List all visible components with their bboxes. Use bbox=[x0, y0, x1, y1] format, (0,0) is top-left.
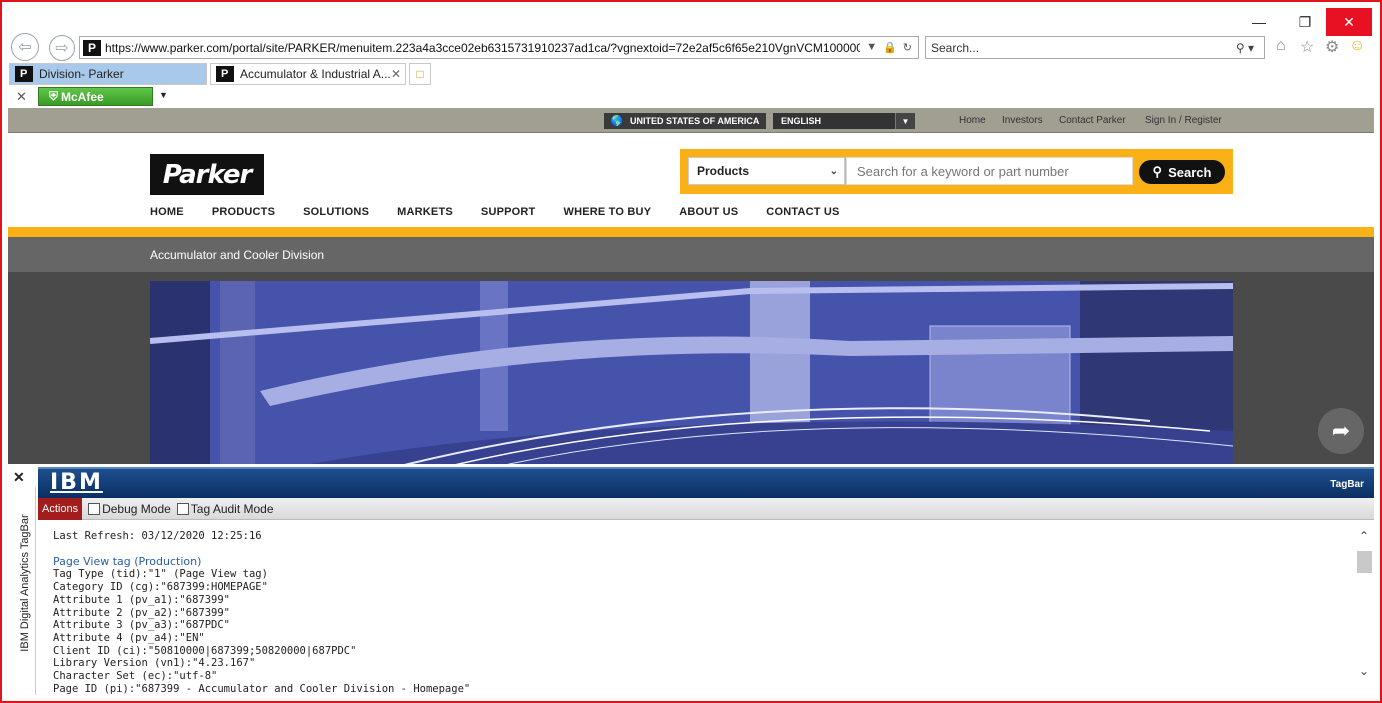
site-favicon-icon bbox=[83, 39, 101, 56]
tab-accumulator[interactable]: Accumulator & Industrial A... ✕ bbox=[210, 63, 406, 85]
address-bar[interactable]: https://www.parker.com/portal/site/PARKE… bbox=[79, 36, 919, 59]
tag-audit-mode-checkbox[interactable] bbox=[176, 502, 189, 515]
last-refresh: Last Refresh: 03/12/2020 12:25:16 bbox=[53, 530, 262, 542]
tag-audit-mode-label: Tag Audit Mode bbox=[190, 501, 274, 516]
forward-button[interactable]: ⇨ bbox=[49, 35, 75, 61]
tagbar-scrollbar[interactable]: ⌃ ⌄ bbox=[1356, 521, 1374, 696]
globe-icon: 🌎 bbox=[610, 115, 624, 127]
share-button[interactable]: ➦ bbox=[1318, 408, 1364, 454]
util-link-home[interactable]: Home bbox=[959, 115, 986, 126]
actions-button[interactable]: Actions bbox=[38, 497, 83, 520]
nav-support[interactable]: SUPPORT bbox=[481, 206, 536, 218]
tag-line: Tag Type (tid):"1" (Page View tag) bbox=[53, 568, 268, 581]
parker-logo[interactable]: Parker bbox=[150, 154, 264, 195]
scroll-down-icon[interactable]: ⌄ bbox=[1359, 664, 1369, 678]
website-viewport: 🌎 UNITED STATES OF AMERICA ENGLISH ▼ Hom… bbox=[8, 108, 1374, 464]
browser-search-input[interactable]: Search... ⚲ ▾ bbox=[925, 36, 1265, 59]
tagbar-content: Last Refresh: 03/12/2020 12:25:16 Page V… bbox=[38, 521, 1356, 696]
category-select[interactable]: Products ⌄ bbox=[688, 157, 845, 185]
forward-arrow-icon: ⇨ bbox=[55, 40, 69, 57]
tag-line: Attribute 2 (pv_a2):"687399" bbox=[53, 606, 231, 619]
util-link-investors[interactable]: Investors bbox=[1002, 115, 1043, 126]
new-tab-button[interactable]: □ bbox=[409, 63, 431, 85]
chevron-down-icon: ▼ bbox=[895, 113, 915, 129]
tagbar-header: IBM TagBar bbox=[38, 467, 1374, 498]
tag-line: Attribute 1 (pv_a1):"687399" bbox=[53, 593, 231, 606]
tag-line: Page ID (pi):"687399 - Accumulator and C… bbox=[53, 682, 471, 695]
search-icon[interactable]: ⚲ ▾ bbox=[1236, 41, 1264, 55]
tag-section-title[interactable]: Page View tag (Production) bbox=[53, 555, 1356, 569]
lock-icon[interactable]: 🔒 bbox=[883, 41, 897, 54]
mcafee-button[interactable]: ⛨ McAfee bbox=[38, 87, 153, 106]
chevron-down-icon: ⌄ bbox=[829, 165, 838, 177]
close-window-button[interactable]: ✕ bbox=[1326, 8, 1372, 36]
ibm-logo: IBM bbox=[50, 470, 103, 495]
keyword-search-input[interactable]: Search for a keyword or part number bbox=[846, 157, 1133, 185]
nav-about-us[interactable]: ABOUT US bbox=[679, 206, 738, 218]
close-tab-icon[interactable]: ✕ bbox=[391, 67, 401, 81]
search-button[interactable]: ⚲ Search bbox=[1139, 160, 1225, 184]
minimize-button[interactable]: — bbox=[1236, 8, 1282, 36]
back-button[interactable]: ⇦ bbox=[11, 33, 39, 61]
tag-line: Attribute 3 (pv_a3):"687PDC" bbox=[53, 619, 231, 632]
close-toolbar-icon[interactable]: ✕ bbox=[16, 89, 27, 105]
nav-products[interactable]: PRODUCTS bbox=[212, 206, 275, 218]
gear-icon[interactable]: ⚙ bbox=[1325, 37, 1339, 57]
home-icon[interactable]: ⌂ bbox=[1276, 37, 1286, 55]
debug-mode-label: Debug Mode bbox=[102, 501, 171, 516]
share-arrow-icon: ➦ bbox=[1331, 418, 1351, 443]
favorites-star-icon[interactable]: ☆ bbox=[1300, 37, 1314, 57]
main-nav: HOME PRODUCTS SOLUTIONS MARKETS SUPPORT … bbox=[150, 206, 840, 218]
debug-mode-checkbox[interactable] bbox=[88, 502, 101, 515]
accent-bar bbox=[8, 227, 1374, 237]
url-text[interactable]: https://www.parker.com/portal/site/PARKE… bbox=[105, 41, 860, 55]
division-title-bar: Accumulator and Cooler Division bbox=[8, 237, 1374, 272]
tag-line: Character Set (ec):"utf-8" bbox=[53, 670, 218, 683]
nav-markets[interactable]: MARKETS bbox=[397, 206, 453, 218]
dropdown-icon[interactable]: ▼ bbox=[866, 41, 877, 54]
close-tagbar-icon[interactable]: ✕ bbox=[13, 469, 25, 486]
tagbar-title: TagBar bbox=[1330, 479, 1364, 490]
tab-division-parker[interactable]: Division- Parker bbox=[9, 63, 207, 85]
tag-line: Attribute 4 (pv_a4):"EN" bbox=[53, 631, 205, 644]
utility-bar: 🌎 UNITED STATES OF AMERICA ENGLISH ▼ Hom… bbox=[8, 108, 1374, 133]
tag-line: Category ID (cg):"687399:HOMEPAGE" bbox=[53, 581, 268, 594]
scroll-up-icon[interactable]: ⌃ bbox=[1359, 529, 1369, 543]
tab-favicon-icon bbox=[216, 66, 234, 82]
back-arrow-icon: ⇦ bbox=[18, 39, 32, 56]
country-selector[interactable]: 🌎 UNITED STATES OF AMERICA bbox=[604, 113, 767, 129]
nav-home[interactable]: HOME bbox=[150, 206, 184, 218]
language-selector[interactable]: ENGLISH ▼ bbox=[773, 113, 915, 129]
tag-line: Client ID (ci):"50810000|687399;50820000… bbox=[53, 644, 357, 657]
util-link-contact[interactable]: Contact Parker bbox=[1059, 115, 1126, 126]
mcafee-shield-icon: ⛨ bbox=[49, 89, 59, 103]
tab-favicon-icon bbox=[15, 66, 33, 82]
smiley-feedback-icon[interactable]: ☺ bbox=[1349, 37, 1365, 55]
restore-button[interactable]: ❐ bbox=[1282, 8, 1328, 36]
search-icon: ⚲ bbox=[1152, 164, 1163, 179]
nav-contact-us[interactable]: CONTACT US bbox=[766, 206, 839, 218]
scroll-thumb[interactable] bbox=[1357, 551, 1372, 573]
tagbar-toolbar: Actions Debug Mode Tag Audit Mode bbox=[38, 497, 1374, 520]
hero-image bbox=[150, 281, 1233, 464]
util-link-signin[interactable]: Sign In / Register bbox=[1145, 115, 1222, 126]
mcafee-dropdown-icon[interactable]: ▼ bbox=[159, 90, 168, 100]
nav-where-to-buy[interactable]: WHERE TO BUY bbox=[563, 206, 651, 218]
refresh-icon[interactable]: ↻ bbox=[903, 41, 912, 54]
division-title: Accumulator and Cooler Division bbox=[150, 248, 325, 262]
nav-solutions[interactable]: SOLUTIONS bbox=[303, 206, 369, 218]
tagbar-side-label: IBM Digital Analytics TagBar bbox=[8, 487, 36, 695]
site-search: Products ⌄ Search for a keyword or part … bbox=[680, 149, 1233, 194]
tag-line: Library Version (vn1):"4.23.167" bbox=[53, 657, 256, 670]
